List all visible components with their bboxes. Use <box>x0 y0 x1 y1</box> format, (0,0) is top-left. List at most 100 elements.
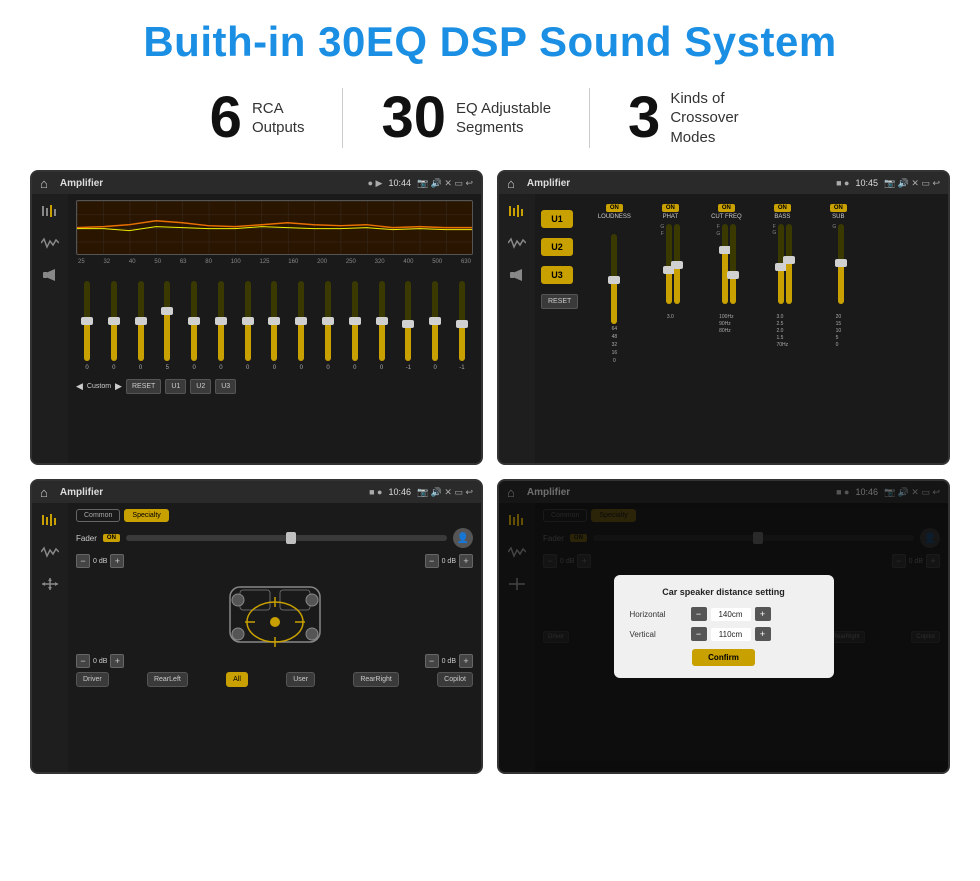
crossover-home-icon[interactable]: ⌂ <box>507 176 515 191</box>
wave-icon <box>508 237 526 249</box>
vol-value-br: 0 dB <box>442 658 456 665</box>
eq-slider-50[interactable]: 5 <box>158 281 176 371</box>
sub-on-badge[interactable]: ON <box>830 204 847 212</box>
vol-minus-bl[interactable]: − <box>76 654 90 668</box>
fader-sidebar-icon-2[interactable] <box>38 543 62 561</box>
eq-reset-button[interactable]: RESET <box>126 379 161 394</box>
vol-plus-br[interactable]: + <box>459 654 473 668</box>
vol-plus-bl[interactable]: + <box>110 654 124 668</box>
dialog-confirm-button[interactable]: Confirm <box>692 649 755 666</box>
crossover-u3-button[interactable]: U3 <box>541 266 573 284</box>
eq-slider-25[interactable]: 0 <box>78 281 96 371</box>
eq-next-button[interactable]: ▶ <box>115 381 122 392</box>
eq-slider-125[interactable]: 0 <box>265 281 283 371</box>
fader-tab-common[interactable]: Common <box>76 509 120 522</box>
fader-sidebar-icon-1[interactable] <box>38 511 62 529</box>
crossover-sidebar-icon-3[interactable] <box>505 266 529 284</box>
loudness-on-badge[interactable]: ON <box>606 204 623 212</box>
eq-home-icon[interactable]: ⌂ <box>40 176 48 191</box>
bass-on-badge[interactable]: ON <box>774 204 791 212</box>
stat-eq: 30 EQ Adjustable Segments <box>343 89 589 147</box>
btn-copilot[interactable]: Copilot <box>437 672 473 687</box>
eq-slider-80[interactable]: 0 <box>212 281 230 371</box>
eq-slider-500[interactable]: 0 <box>426 281 444 371</box>
vol-minus-tr[interactable]: − <box>425 554 439 568</box>
eq-u1-button[interactable]: U1 <box>165 379 186 394</box>
fader-screen-content: Common Specialty Fader ON 👤 <box>32 503 481 772</box>
speaker-distance-dialog: Car speaker distance setting Horizontal … <box>614 575 834 678</box>
btn-all[interactable]: All <box>226 672 248 687</box>
dialog-vertical-minus[interactable]: − <box>691 627 707 641</box>
dialog-horizontal-ctrl: − 140cm + <box>691 607 771 621</box>
fader-status-bar: ⌂ Amplifier ■ ● 10:46 📷 🔊 ✕ ▭ ↩ <box>32 481 481 503</box>
eq-slider-400[interactable]: -1 <box>399 281 417 371</box>
eq-slider-200[interactable]: 0 <box>319 281 337 371</box>
dialog-overlay: Car speaker distance setting Horizontal … <box>499 481 948 772</box>
dialog-horizontal-minus[interactable]: − <box>691 607 707 621</box>
dialog-horizontal-row: Horizontal − 140cm + <box>630 607 818 621</box>
dialog-horizontal-value: 140cm <box>711 608 751 621</box>
crossover-u-buttons: U1 U2 U3 RESET <box>541 200 578 457</box>
stat-eq-label: EQ Adjustable Segments <box>456 99 551 138</box>
vol-group-tr: − 0 dB + <box>425 554 473 568</box>
btn-rearleft[interactable]: RearLeft <box>147 672 188 687</box>
crossover-u1-button[interactable]: U1 <box>541 210 573 228</box>
stat-rca-number: 6 <box>210 89 242 147</box>
fader-sidebar-icon-3[interactable] <box>38 575 62 593</box>
crossover-sidebar <box>499 194 535 463</box>
eq-slider-40[interactable]: 0 <box>132 281 150 371</box>
crossover-sidebar-icon-2[interactable] <box>505 234 529 252</box>
channel-phat: ON PHAT G F <box>644 204 696 457</box>
phat-label: PHAT <box>663 214 679 220</box>
fader-on-badge[interactable]: ON <box>103 534 120 542</box>
fader-status-icons: 📷 🔊 ✕ ▭ ↩ <box>417 487 473 498</box>
arrows-icon <box>41 577 59 591</box>
eq-slider-32[interactable]: 0 <box>105 281 123 371</box>
phat-on-badge[interactable]: ON <box>662 204 679 212</box>
bass-label: BASS <box>774 214 790 220</box>
crossover-sidebar-icon-1[interactable] <box>505 202 529 220</box>
stat-crossover-label: Kinds of Crossover Modes <box>670 89 770 148</box>
eq-slider-160[interactable]: 0 <box>292 281 310 371</box>
eq-u3-button[interactable]: U3 <box>215 379 236 394</box>
fader-tab-specialty[interactable]: Specialty <box>124 509 168 522</box>
eq-prev-button[interactable]: ◀ <box>76 381 83 392</box>
fader-sidebar <box>32 503 68 772</box>
eq-sidebar-icon-1[interactable] <box>38 202 62 220</box>
eq-slider-63[interactable]: 0 <box>185 281 203 371</box>
eq-slider-100[interactable]: 0 <box>239 281 257 371</box>
crossover-reset-button[interactable]: RESET <box>541 294 578 309</box>
dialog-vertical-plus[interactable]: + <box>755 627 771 641</box>
crossover-screen-content: U1 U2 U3 RESET ON LOUDNESS <box>499 194 948 463</box>
dialog-horizontal-plus[interactable]: + <box>755 607 771 621</box>
eq-sidebar-icon-2[interactable] <box>38 234 62 252</box>
cutfreq-on-badge[interactable]: ON <box>718 204 735 212</box>
vol-minus-br[interactable]: − <box>425 654 439 668</box>
btn-driver[interactable]: Driver <box>76 672 109 687</box>
eq-slider-630[interactable]: -1 <box>453 281 471 371</box>
dialog-horizontal-label: Horizontal <box>630 610 685 619</box>
dialog-screen-card: ⌂ Amplifier ■ ● 10:46 📷 🔊 ✕ ▭ ↩ <box>497 479 950 774</box>
eq-slider-320[interactable]: 0 <box>373 281 391 371</box>
fader-bottom-buttons: Driver RearLeft All User RearRight Copil… <box>76 672 473 687</box>
eq-slider-250[interactable]: 0 <box>346 281 364 371</box>
btn-rearright[interactable]: RearRight <box>353 672 399 687</box>
vol-minus-tl[interactable]: − <box>76 554 90 568</box>
eq-status-bar: ⌂ Amplifier ● ▶ 10:44 📷 🔊 ✕ ▭ ↩ <box>32 172 481 194</box>
eq-u2-button[interactable]: U2 <box>190 379 211 394</box>
vol-plus-tl[interactable]: + <box>110 554 124 568</box>
vol-controls-top: − 0 dB + − 0 dB + <box>76 554 473 568</box>
fader-label-row: Fader ON 👤 <box>76 528 473 548</box>
dialog-vertical-row: Vertical − 110cm + <box>630 627 818 641</box>
fader-profile-icon[interactable]: 👤 <box>453 528 473 548</box>
eq-sidebar-icon-3[interactable] <box>38 266 62 284</box>
fader-text-label: Fader <box>76 534 97 543</box>
vol-plus-tr[interactable]: + <box>459 554 473 568</box>
fader-home-icon[interactable]: ⌂ <box>40 485 48 500</box>
dialog-vertical-ctrl: − 110cm + <box>691 627 771 641</box>
waveform-icon <box>41 237 59 249</box>
crossover-u2-button[interactable]: U2 <box>541 238 573 256</box>
vol-group-tl: − 0 dB + <box>76 554 124 568</box>
fader-tabs: Common Specialty <box>76 509 473 522</box>
btn-user[interactable]: User <box>286 672 315 687</box>
